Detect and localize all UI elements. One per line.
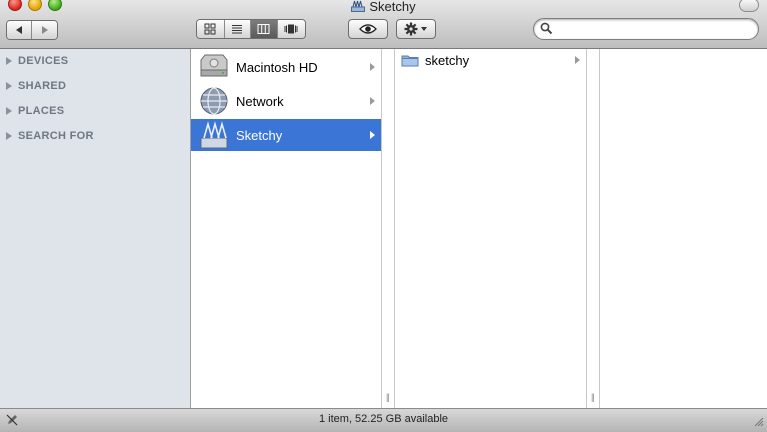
resize-grip-icon[interactable]	[753, 416, 764, 427]
column-item-label: Network	[236, 93, 284, 109]
icon-view-button[interactable]	[197, 20, 225, 38]
disk-image-icon	[351, 0, 366, 12]
sidebar-section-shared[interactable]: SHARED	[6, 80, 66, 92]
chevron-right-icon	[575, 56, 580, 64]
column-item-label: Macintosh HD	[236, 59, 318, 75]
list-view-icon	[232, 25, 243, 34]
history-nav	[6, 20, 58, 40]
browser-column-2: sketchy	[396, 49, 586, 408]
action-menu-button[interactable]	[396, 19, 436, 39]
forward-button[interactable]	[32, 21, 57, 39]
quick-look-button[interactable]	[348, 19, 388, 39]
sidebar-section-places[interactable]: PLACES	[6, 105, 64, 117]
forward-arrow-icon	[41, 26, 48, 34]
browser-column-3	[600, 49, 767, 408]
column-item-macintosh-hd[interactable]: Macintosh HD	[191, 51, 381, 83]
network-globe-icon	[200, 87, 228, 115]
column-view-icon	[257, 24, 270, 34]
back-button[interactable]	[7, 21, 33, 39]
window-title-text: Sketchy	[369, 0, 416, 14]
column-grip-icon: ||	[591, 392, 595, 402]
disclosure-triangle-icon	[6, 82, 12, 90]
view-mode-selector	[196, 19, 306, 39]
column-item-sketchy-folder[interactable]: sketchy	[396, 51, 586, 69]
chevron-right-icon	[370, 131, 375, 139]
coverflow-view-icon	[284, 24, 298, 34]
window-toolbar: Sketchy	[0, 0, 767, 49]
search-field[interactable]	[533, 18, 759, 40]
disk-image-icon	[200, 121, 228, 149]
back-arrow-icon	[16, 26, 22, 34]
list-view-button[interactable]	[224, 20, 252, 38]
column-item-label: sketchy	[425, 52, 470, 68]
status-text: 1 item, 52.25 GB available	[318, 413, 449, 425]
chevron-down-icon	[421, 27, 427, 31]
sidebar-section-search-for[interactable]: SEARCH FOR	[6, 130, 94, 142]
column-resize-handle[interactable]: ||	[586, 49, 600, 408]
hard-drive-icon	[200, 54, 228, 77]
window-title: Sketchy	[0, 0, 767, 14]
browser-column-1: Macintosh HD Network Sketchy	[191, 49, 381, 408]
toolbar-toggle-button[interactable]	[739, 0, 759, 12]
chevron-right-icon	[370, 97, 375, 105]
sidebar-section-label: PLACES	[18, 105, 65, 117]
gear-icon	[404, 22, 427, 36]
column-resize-handle[interactable]: ||	[381, 49, 395, 408]
chevron-right-icon	[370, 63, 375, 71]
sidebar-section-label: DEVICES	[18, 55, 69, 67]
search-icon	[540, 22, 553, 35]
sidebar-section-label: SHARED	[18, 80, 67, 92]
coverflow-view-button[interactable]	[277, 20, 305, 38]
disclosure-triangle-icon	[6, 107, 12, 115]
eye-icon	[359, 24, 377, 34]
column-grip-icon: ||	[386, 392, 390, 402]
sidebar-section-devices[interactable]: DEVICES	[6, 55, 68, 67]
sidebar: DEVICES SHARED PLACES SEARCH FOR	[0, 49, 191, 408]
column-view-button[interactable]	[251, 20, 278, 38]
icon-view-icon	[204, 23, 216, 35]
column-item-network[interactable]: Network	[191, 85, 381, 117]
column-item-label: Sketchy	[236, 127, 283, 143]
disclosure-triangle-icon	[6, 132, 12, 140]
search-input[interactable]	[556, 21, 755, 39]
status-bar: 1 item, 52.25 GB available	[0, 408, 767, 432]
sidebar-section-label: SEARCH FOR	[18, 130, 94, 142]
disclosure-triangle-icon	[6, 57, 12, 65]
folder-icon	[401, 55, 419, 67]
column-item-sketchy[interactable]: Sketchy	[191, 119, 381, 151]
